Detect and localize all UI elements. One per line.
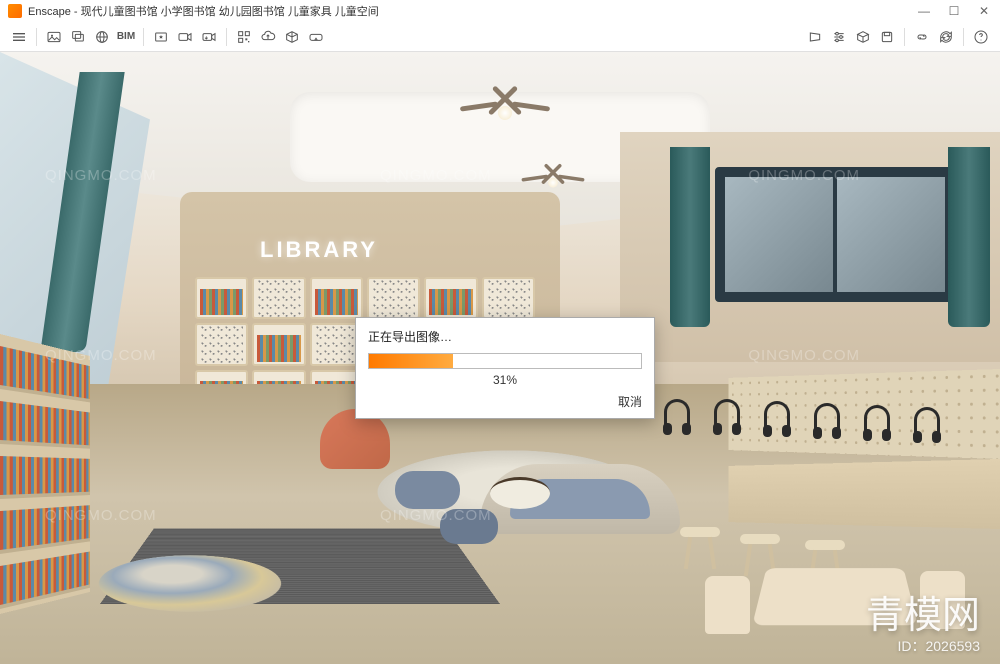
toolbar-right [804,26,992,48]
video-export-button[interactable] [198,26,220,48]
cube-view-button[interactable] [852,26,874,48]
export-button[interactable] [281,26,303,48]
minimize-button[interactable]: — [916,4,932,18]
sync-icon [938,29,954,45]
scene-headphone-icon [664,399,690,429]
scene-window-right [715,167,955,302]
scene-side-bookshelf [0,334,90,614]
cancel-button[interactable]: 取消 [368,393,642,410]
save-view-button[interactable] [876,26,898,48]
separator [226,28,227,46]
scene-ottoman [440,509,498,544]
vr-icon [308,29,324,45]
upload-button[interactable] [257,26,279,48]
scene-kids-chair [705,576,750,634]
menu-icon [11,29,27,45]
scene-ottoman [395,471,460,509]
globe-icon [94,29,110,45]
separator [143,28,144,46]
watermark-brand: 青模网 [866,584,980,639]
box-export-icon [284,29,300,45]
menu-button[interactable] [8,26,30,48]
sliders-icon [831,29,847,45]
screenshot-button[interactable] [43,26,65,48]
scene-headphone-icon [914,407,940,437]
maximize-button[interactable]: ☐ [946,4,962,18]
perspective-icon [807,29,823,45]
window-title: Enscape - 现代儿童图书馆 小学图书馆 幼儿园图书馆 儿童家具 儿童空间 [28,3,379,19]
help-icon [973,29,989,45]
scene-stool [680,527,720,569]
scene-headphone-icon [864,405,890,435]
scene-coffee-table [490,477,550,509]
window-title-area: Enscape - 现代儿童图书馆 小学图书馆 幼儿园图书馆 儿童家具 儿童空间 [8,3,379,19]
progress-percent: 31% [368,373,642,387]
video-icon [177,29,193,45]
scene-ceiling-fan [460,100,550,124]
separator [963,28,964,46]
batch-render-button[interactable] [67,26,89,48]
favorite-view-button[interactable] [150,26,172,48]
progress-bar [368,353,642,369]
save-icon [879,29,895,45]
image-icon [46,29,62,45]
settings-button[interactable] [828,26,850,48]
star-view-icon [153,29,169,45]
watermark-id: ID：2026593 [897,636,980,656]
export-progress-dialog: 正在导出图像… 31% 取消 [355,317,655,419]
bim-label: BIM [117,31,135,42]
window-titlebar: Enscape - 现代儿童图书馆 小学图书馆 幼儿园图书馆 儿童家具 儿童空间… [0,0,1000,22]
help-button[interactable] [970,26,992,48]
perspective-button[interactable] [804,26,826,48]
cube-icon [855,29,871,45]
sync-button[interactable] [935,26,957,48]
scene-headphone-icon [714,399,740,429]
panorama-button[interactable] [91,26,113,48]
scene-ceiling-fan [522,174,585,191]
link-button[interactable] [911,26,933,48]
close-button[interactable]: ✕ [976,4,992,18]
scene-curtain [670,147,710,327]
qr-button[interactable] [233,26,255,48]
stack-icon [70,29,86,45]
video-export-icon [201,29,217,45]
qr-icon [236,29,252,45]
bim-button[interactable]: BIM [115,26,137,48]
scene-curtain [948,147,990,327]
toolbar: BIM [0,22,1000,52]
vr-button[interactable] [305,26,327,48]
cloud-upload-icon [260,29,276,45]
video-button[interactable] [174,26,196,48]
dialog-title: 正在导出图像… [368,328,642,345]
separator [36,28,37,46]
render-viewport[interactable]: LIBRARY QINGMO.COM QINGMO. [0,52,1000,664]
link-icon [914,29,930,45]
scene-library-sign: LIBRARY [260,237,378,263]
app-icon [8,4,22,18]
progress-bar-fill [369,354,453,368]
scene-desk [729,459,1000,529]
separator [904,28,905,46]
scene-headphone-icon [814,403,840,433]
window-controls: — ☐ ✕ [916,4,992,18]
scene-headphone-icon [764,401,790,431]
toolbar-left: BIM [8,26,327,48]
